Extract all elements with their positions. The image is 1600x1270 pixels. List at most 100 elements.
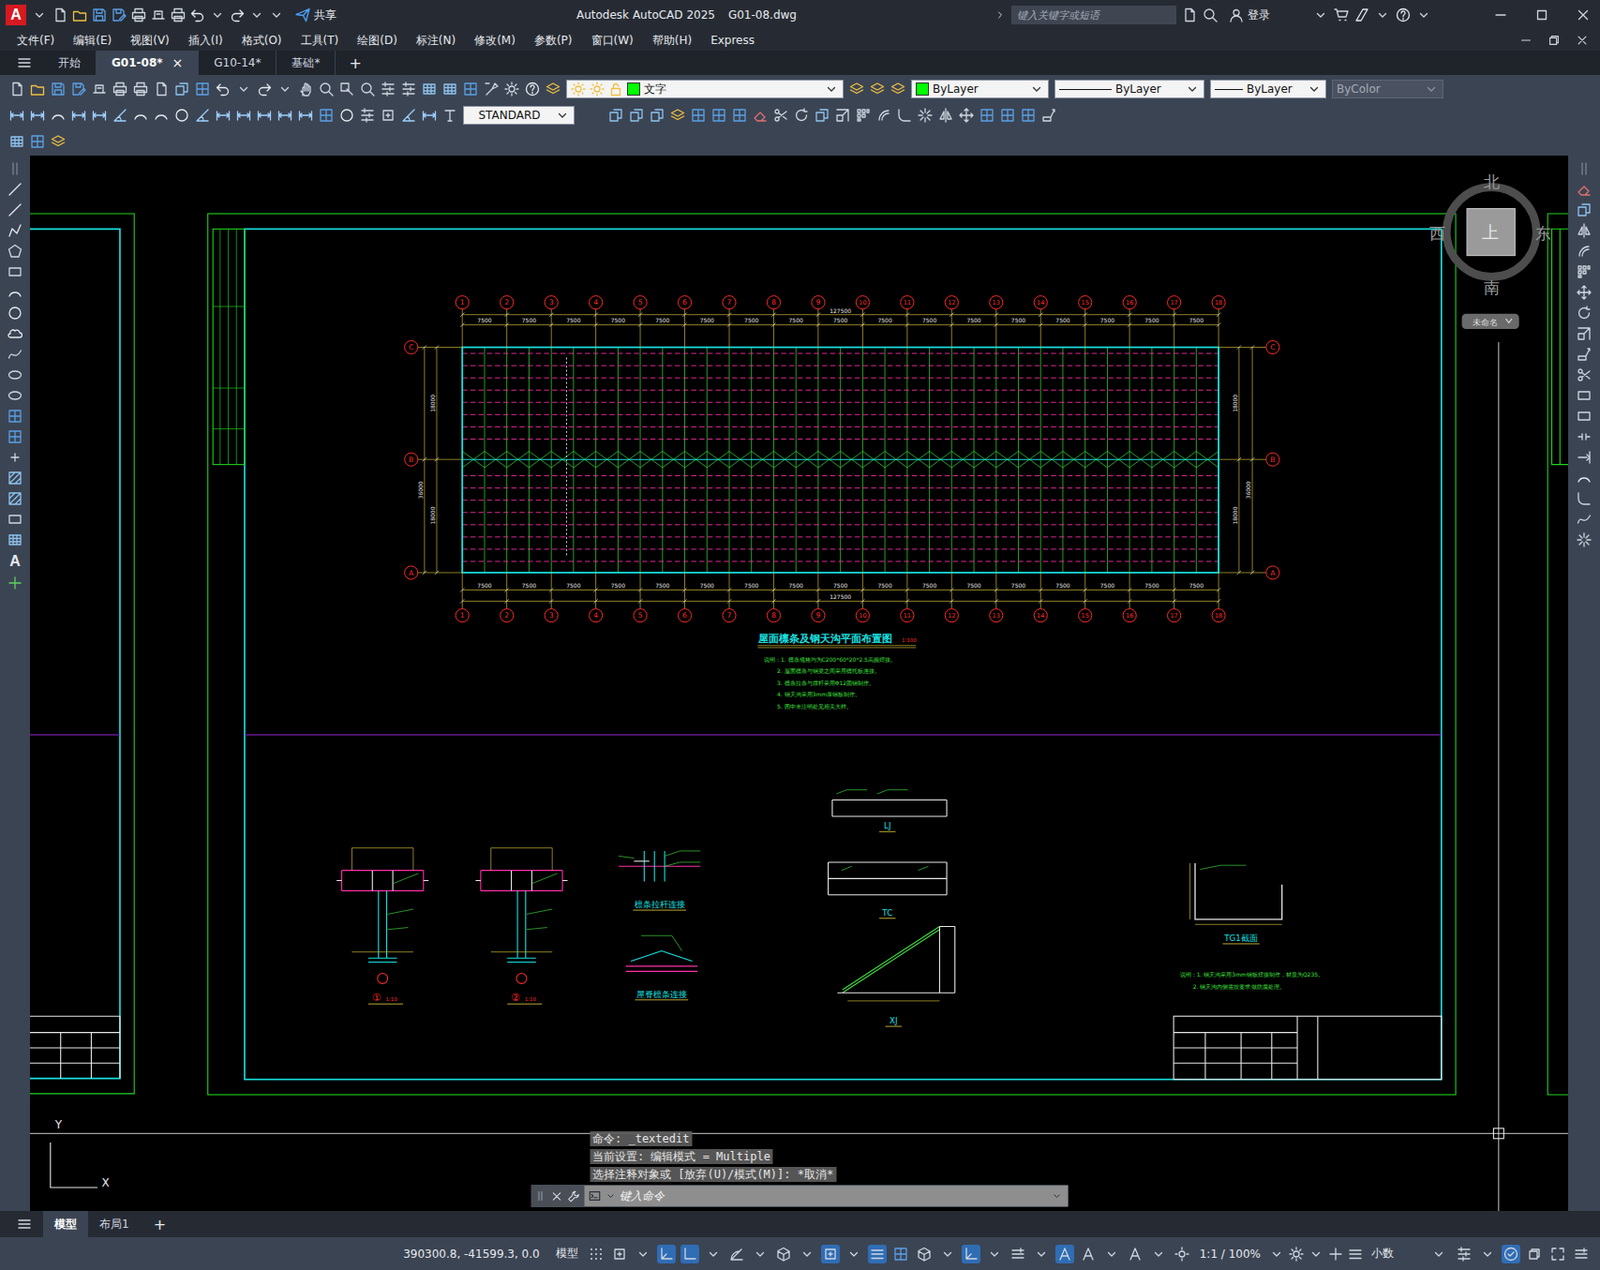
chev-icon[interactable] (1269, 1246, 1285, 1262)
detail-drawing[interactable]: 檩条拉杆连接 (618, 851, 701, 911)
cart-icon[interactable] (1333, 7, 1349, 23)
plot-icon[interactable] (150, 7, 166, 23)
layer-icon[interactable] (50, 134, 66, 150)
save-icon[interactable] (91, 7, 107, 23)
model-space[interactable]: 7500750075007500750075007500750075007500… (29, 155, 1569, 1212)
plane-icon[interactable] (295, 7, 311, 23)
chev-icon[interactable] (1050, 1190, 1062, 1202)
menu-icon[interactable] (16, 1216, 32, 1232)
ellipse-icon[interactable] (7, 367, 23, 383)
gear-icon[interactable] (1288, 1246, 1304, 1262)
status-toggle[interactable] (610, 1244, 629, 1264)
props-icon[interactable] (1456, 1246, 1472, 1262)
dim-icon[interactable] (91, 107, 107, 123)
file-tab[interactable]: 开始 (43, 50, 97, 75)
fullscreen-icon[interactable] (1550, 1246, 1566, 1262)
block-icon[interactable] (979, 107, 995, 123)
layer-icon[interactable] (670, 107, 686, 123)
block-icon[interactable] (690, 107, 706, 123)
chev-icon[interactable] (1308, 1246, 1324, 1262)
layout-tab[interactable]: 模型 (43, 1211, 89, 1238)
menu-item[interactable]: 视图(V) (120, 30, 180, 51)
block-icon[interactable] (1000, 107, 1016, 123)
pline-icon[interactable] (7, 223, 23, 239)
chev-icon[interactable] (705, 1246, 721, 1262)
user-icon[interactable] (1228, 7, 1244, 23)
status-toggle[interactable] (1125, 1244, 1145, 1264)
status-toggle[interactable] (774, 1244, 793, 1264)
status-toggle[interactable] (821, 1244, 840, 1264)
props-icon[interactable] (380, 81, 396, 97)
zoom-icon[interactable] (1202, 7, 1218, 23)
help-icon[interactable] (1395, 7, 1411, 23)
rect-icon[interactable] (7, 264, 23, 280)
line-icon[interactable] (7, 202, 23, 218)
chev-icon[interactable] (554, 107, 570, 123)
circle-icon[interactable] (339, 107, 355, 123)
mirror-icon[interactable] (938, 107, 954, 123)
table-icon[interactable] (421, 81, 437, 97)
sign-in-button[interactable]: 登录 (1228, 7, 1271, 24)
status-toggle[interactable] (1478, 1244, 1497, 1264)
status-toggle[interactable] (1031, 1244, 1051, 1264)
compass-west[interactable]: 西 (1429, 224, 1446, 243)
open-icon[interactable] (72, 7, 88, 23)
new-tab-button[interactable]: + (335, 50, 374, 75)
doc-icon[interactable] (153, 81, 169, 97)
dimang-icon[interactable] (401, 107, 417, 123)
polar-icon[interactable] (729, 1246, 745, 1262)
status-toggle[interactable] (727, 1244, 747, 1264)
scale-icon[interactable] (835, 107, 851, 123)
dim-icon[interactable] (71, 107, 87, 123)
annot-icon[interactable] (1127, 1246, 1143, 1262)
snap-icon[interactable] (822, 1246, 838, 1262)
block-icon[interactable] (732, 107, 748, 123)
status-toggle[interactable] (867, 1244, 887, 1264)
status-toggle[interactable] (1055, 1244, 1075, 1264)
annot-icon[interactable] (1057, 1246, 1073, 1262)
detail-drawing[interactable]: XJ (837, 926, 955, 1027)
move-icon[interactable] (1576, 284, 1592, 300)
table-icon[interactable] (7, 532, 23, 548)
chev-icon[interactable] (1431, 1246, 1447, 1262)
dim-icon[interactable] (215, 107, 231, 123)
status-toggle[interactable] (1548, 1244, 1568, 1264)
file-tab[interactable]: G01-08*× (96, 50, 199, 75)
share-button[interactable]: 共享 (295, 7, 337, 24)
circle-icon[interactable] (174, 107, 190, 123)
status-toggle[interactable] (750, 1244, 770, 1264)
status-toggle[interactable] (961, 1244, 981, 1264)
dim-icon[interactable] (277, 107, 293, 123)
print-icon[interactable] (112, 81, 128, 97)
chev-icon[interactable] (209, 7, 225, 23)
print-icon[interactable] (170, 7, 186, 23)
grip-icon[interactable] (1576, 161, 1592, 177)
block-icon[interactable] (463, 81, 479, 97)
roof-purlin-plan[interactable]: 7500750075007500750075007500750075007500… (404, 296, 1280, 623)
layer-icon[interactable] (890, 81, 906, 97)
chev-icon[interactable] (940, 1246, 956, 1262)
status-toggle[interactable] (985, 1244, 1004, 1264)
redo-icon[interactable] (229, 7, 245, 23)
dim-icon[interactable] (256, 107, 272, 123)
hatch-icon[interactable] (7, 470, 23, 486)
sun-icon[interactable] (570, 81, 586, 97)
block-icon[interactable] (711, 107, 727, 123)
chev-icon[interactable] (1423, 81, 1439, 97)
status-toggle[interactable] (1454, 1244, 1474, 1264)
array-icon[interactable] (1576, 264, 1592, 280)
search-icon[interactable] (1181, 7, 1197, 23)
spline-icon[interactable] (7, 346, 23, 362)
rect-icon[interactable] (7, 511, 23, 527)
status-toggle[interactable] (797, 1244, 817, 1264)
search-box[interactable]: 键入关键字或短语 (1011, 5, 1177, 25)
brk-icon[interactable] (1576, 429, 1592, 445)
chev-icon[interactable] (986, 1246, 1002, 1262)
ucs-menu[interactable] (1462, 314, 1520, 329)
close-icon[interactable] (550, 1190, 563, 1203)
menu-item[interactable]: 插入(I) (179, 30, 233, 51)
block-icon[interactable] (7, 408, 23, 424)
arc-icon[interactable] (50, 107, 66, 123)
menu-item[interactable]: 帮助(H) (642, 30, 702, 51)
tab-close-button[interactable]: × (172, 55, 184, 71)
